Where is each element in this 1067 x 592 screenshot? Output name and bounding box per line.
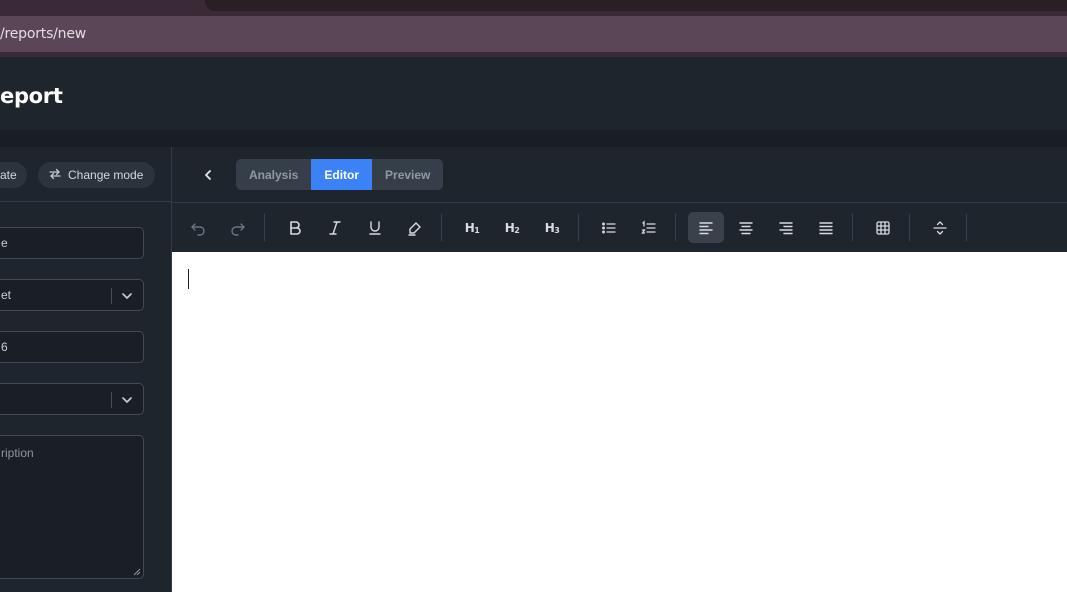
chevron-down-icon[interactable] — [120, 393, 134, 407]
tab-analysis[interactable]: Analysis — [236, 159, 311, 190]
italic-icon — [329, 220, 341, 235]
align-justify-icon — [819, 221, 833, 234]
bullet-list-icon — [602, 222, 616, 233]
number-input-value: 6 — [1, 340, 8, 354]
tab-editor[interactable]: Editor — [311, 159, 373, 190]
chevron-left-icon[interactable] — [200, 167, 216, 183]
change-mode-label: Change mode — [68, 168, 144, 182]
highlight-button[interactable] — [397, 212, 433, 243]
bullet-list-button[interactable] — [591, 212, 627, 243]
description-placeholder: ription — [1, 446, 34, 460]
bold-icon — [290, 220, 301, 235]
toolbar-separator — [675, 214, 676, 241]
italic-button[interactable] — [317, 212, 353, 243]
swap-arrows-icon — [49, 168, 61, 183]
toolbar-separator — [441, 214, 442, 241]
align-justify-button[interactable] — [808, 212, 844, 243]
description-textarea[interactable]: ription — [0, 435, 144, 579]
toolbar-separator — [852, 214, 853, 241]
heading2-button[interactable]: H2 — [494, 212, 530, 243]
browser-tab[interactable] — [205, 0, 1067, 11]
horizontal-rule-icon — [933, 220, 947, 235]
app-header: eport — [0, 57, 1067, 130]
resize-handle-icon[interactable] — [133, 568, 141, 576]
select-separator — [111, 392, 112, 408]
redo-icon — [231, 222, 245, 236]
heading1-button[interactable]: H1 — [454, 212, 490, 243]
formatting-toolbar: H1 H2 H3 — [172, 203, 1067, 252]
toolbar-separator — [578, 214, 579, 241]
left-toolbar: ate Change mode — [0, 147, 171, 202]
insert-table-button[interactable] — [865, 212, 901, 243]
number-input[interactable]: 6 — [0, 331, 144, 363]
chevron-down-icon[interactable] — [120, 289, 134, 303]
editor-header: Analysis Editor Preview — [172, 147, 1067, 203]
heading3-button[interactable]: H3 — [534, 212, 570, 243]
underline-icon — [369, 220, 381, 235]
mode-tabs: Analysis Editor Preview — [236, 159, 444, 190]
undo-icon — [191, 222, 205, 236]
change-mode-button[interactable]: Change mode — [38, 162, 155, 188]
heading2-label: H2 — [504, 220, 520, 235]
heading3-label: H3 — [544, 220, 560, 235]
text-caret — [188, 269, 189, 289]
set-select-value: et — [1, 288, 12, 302]
horizontal-rule-button[interactable] — [922, 212, 958, 243]
align-center-icon — [739, 221, 753, 234]
undo-button[interactable] — [180, 212, 216, 243]
toolbar-separator — [966, 214, 967, 241]
align-center-button[interactable] — [728, 212, 764, 243]
align-left-icon — [699, 221, 713, 234]
heading1-label: H1 — [464, 220, 480, 235]
browser-tabstrip — [0, 0, 1067, 16]
option-select[interactable] — [0, 383, 144, 415]
ordered-list-icon — [641, 219, 656, 234]
align-right-icon — [779, 221, 793, 234]
name-input-value: e — [1, 236, 8, 250]
header-divider — [0, 130, 1067, 147]
name-input[interactable]: e — [0, 227, 144, 259]
underline-button[interactable] — [357, 212, 393, 243]
url-text[interactable]: /reports/new — [0, 26, 86, 42]
left-panel: ate Change mode e et 6 ription — [0, 147, 171, 592]
page-title: eport — [0, 84, 63, 108]
address-bar[interactable]: /reports/new — [0, 16, 1067, 52]
editor-content[interactable] — [172, 252, 1067, 592]
template-button[interactable]: ate — [0, 162, 27, 188]
bold-button[interactable] — [277, 212, 313, 243]
toolbar-separator — [909, 214, 910, 241]
tab-preview[interactable]: Preview — [372, 159, 443, 190]
table-icon — [876, 220, 890, 235]
set-select[interactable]: et — [0, 279, 144, 311]
ordered-list-button[interactable] — [631, 212, 667, 243]
redo-button[interactable] — [220, 212, 256, 243]
align-right-button[interactable] — [768, 212, 804, 243]
toolbar-separator — [264, 214, 265, 241]
select-separator — [111, 288, 112, 304]
highlighter-icon — [408, 221, 421, 236]
template-button-label: ate — [0, 168, 17, 182]
align-left-button[interactable] — [688, 212, 724, 243]
